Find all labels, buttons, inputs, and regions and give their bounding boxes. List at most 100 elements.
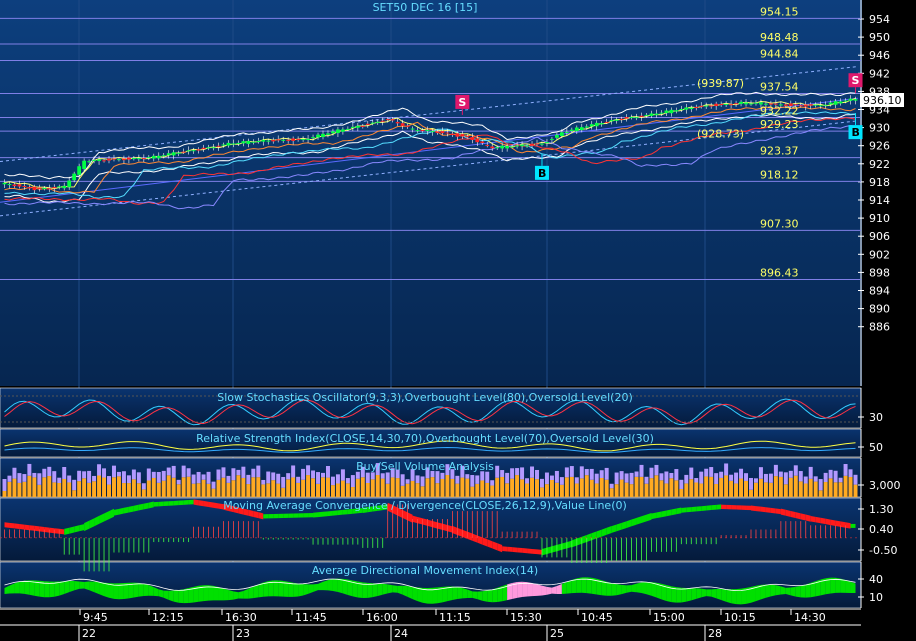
volume-bar-sell bbox=[490, 480, 495, 486]
adx-band-segment bbox=[218, 586, 224, 601]
candle-body bbox=[729, 104, 733, 106]
volume-bar-buy bbox=[505, 483, 510, 497]
volume-bar-buy bbox=[286, 479, 291, 497]
volume-bar-buy bbox=[171, 477, 176, 497]
volume-bar-buy bbox=[614, 484, 619, 497]
adx-band-segment bbox=[59, 581, 65, 596]
x-time-label: 11:45 bbox=[295, 611, 327, 624]
macd-band-segment bbox=[706, 505, 712, 511]
x-day-label: 25 bbox=[550, 627, 564, 640]
volume-bar-buy bbox=[480, 480, 485, 497]
volume-bar-sell bbox=[380, 473, 385, 479]
volume-bar-sell bbox=[370, 472, 375, 480]
volume-bar-buy bbox=[276, 483, 281, 497]
candle-body bbox=[455, 133, 460, 137]
candle-body bbox=[739, 101, 743, 104]
adx-band-segment bbox=[223, 588, 229, 601]
y-tick-label: 946 bbox=[869, 49, 890, 62]
candle-body bbox=[734, 103, 738, 105]
buy-signal-marker[interactable]: B bbox=[534, 165, 549, 180]
volume-bar-buy bbox=[694, 482, 699, 497]
volume-bar-sell bbox=[604, 467, 609, 480]
candle-body bbox=[550, 138, 554, 140]
adx-band-segment bbox=[392, 585, 398, 593]
volume-bar-buy bbox=[798, 481, 803, 497]
candle-body bbox=[450, 133, 455, 136]
volume-bar-buy bbox=[345, 483, 350, 497]
macd-band-segment bbox=[19, 524, 25, 530]
buy-signal-marker[interactable]: B bbox=[848, 125, 863, 140]
y-tick-label: 894 bbox=[869, 285, 890, 298]
macd-band-segment bbox=[293, 513, 299, 518]
volume-bar-buy bbox=[724, 475, 729, 497]
volume-bar-sell bbox=[495, 465, 500, 478]
sell-signal-marker[interactable]: S bbox=[455, 94, 470, 109]
adx-band-segment bbox=[770, 584, 776, 597]
macd-band-segment bbox=[527, 548, 533, 554]
candle-body bbox=[171, 152, 176, 156]
volume-bar-sell bbox=[699, 471, 704, 484]
volume-bar-buy bbox=[181, 477, 186, 497]
candle-body bbox=[669, 109, 674, 114]
y-tick-label: 954 bbox=[869, 13, 890, 26]
macd-band-segment bbox=[143, 502, 149, 510]
macd-band-segment bbox=[840, 521, 846, 528]
y-tick-label: 914 bbox=[869, 194, 890, 207]
adx-band-segment bbox=[845, 579, 851, 593]
volume-bar-buy bbox=[485, 482, 490, 497]
candle-body bbox=[510, 146, 515, 148]
candle-body bbox=[833, 101, 838, 105]
volume-bar-buy bbox=[500, 476, 505, 497]
stock-chart[interactable]: SBSB 95495094694293893493092692291891491… bbox=[0, 0, 916, 641]
macd-band-segment bbox=[721, 504, 727, 510]
volume-bar-sell bbox=[649, 467, 654, 479]
volume-bar-sell bbox=[350, 475, 355, 488]
x-time-label: 16:30 bbox=[225, 611, 257, 624]
volume-bar-buy bbox=[385, 483, 390, 497]
volume-bar-buy bbox=[151, 477, 156, 497]
adx-band-segment bbox=[721, 588, 727, 602]
candle-body bbox=[251, 141, 256, 143]
adx-band-segment bbox=[800, 584, 806, 598]
volume-bar-buy bbox=[569, 476, 574, 497]
candle-body bbox=[131, 158, 136, 160]
adx-band-segment bbox=[54, 581, 60, 597]
macd-band-segment bbox=[746, 505, 751, 511]
volume-bar-buy bbox=[136, 483, 141, 497]
candle-body bbox=[694, 106, 699, 109]
volume-bar-buy bbox=[535, 479, 539, 497]
volume-bar-sell bbox=[201, 474, 206, 480]
macd-band-segment bbox=[318, 511, 323, 518]
volume-bar-sell bbox=[186, 468, 191, 477]
level-label: 937.54 bbox=[760, 80, 799, 93]
volume-bar-buy bbox=[311, 478, 316, 497]
adx-band-segment bbox=[626, 585, 632, 593]
x-time-label: 10:45 bbox=[581, 611, 613, 624]
volume-bar-sell bbox=[291, 465, 296, 478]
volume-bar-buy bbox=[410, 480, 415, 497]
panel-title: Average Directional Movement Index(14) bbox=[312, 564, 538, 577]
volume-bar-sell bbox=[803, 476, 808, 484]
volume-bar-buy bbox=[619, 479, 624, 497]
volume-bar-sell bbox=[544, 472, 549, 485]
volume-bar-sell bbox=[82, 471, 87, 479]
volume-bar-sell bbox=[813, 476, 818, 482]
volume-bar-sell bbox=[97, 464, 102, 476]
candle-body bbox=[440, 131, 445, 134]
volume-bar-buy bbox=[739, 478, 744, 497]
volume-bar-sell bbox=[146, 468, 151, 481]
macd-band-segment bbox=[656, 511, 662, 519]
volume-bar-buy bbox=[719, 477, 724, 497]
volume-bar-sell bbox=[171, 465, 176, 478]
adx-band-segment bbox=[238, 590, 244, 599]
volume-bar-sell bbox=[709, 467, 714, 477]
sell-signal-marker[interactable]: S bbox=[848, 73, 863, 88]
adx-band-segment bbox=[29, 580, 35, 596]
volume-bar-buy bbox=[704, 476, 709, 497]
volume-bar-buy bbox=[599, 477, 604, 497]
volume-bar-sell bbox=[535, 469, 539, 480]
volume-bar-buy bbox=[848, 477, 853, 497]
candle-body bbox=[380, 120, 385, 122]
volume-bar-buy bbox=[141, 489, 146, 497]
macd-band-segment bbox=[512, 547, 518, 553]
